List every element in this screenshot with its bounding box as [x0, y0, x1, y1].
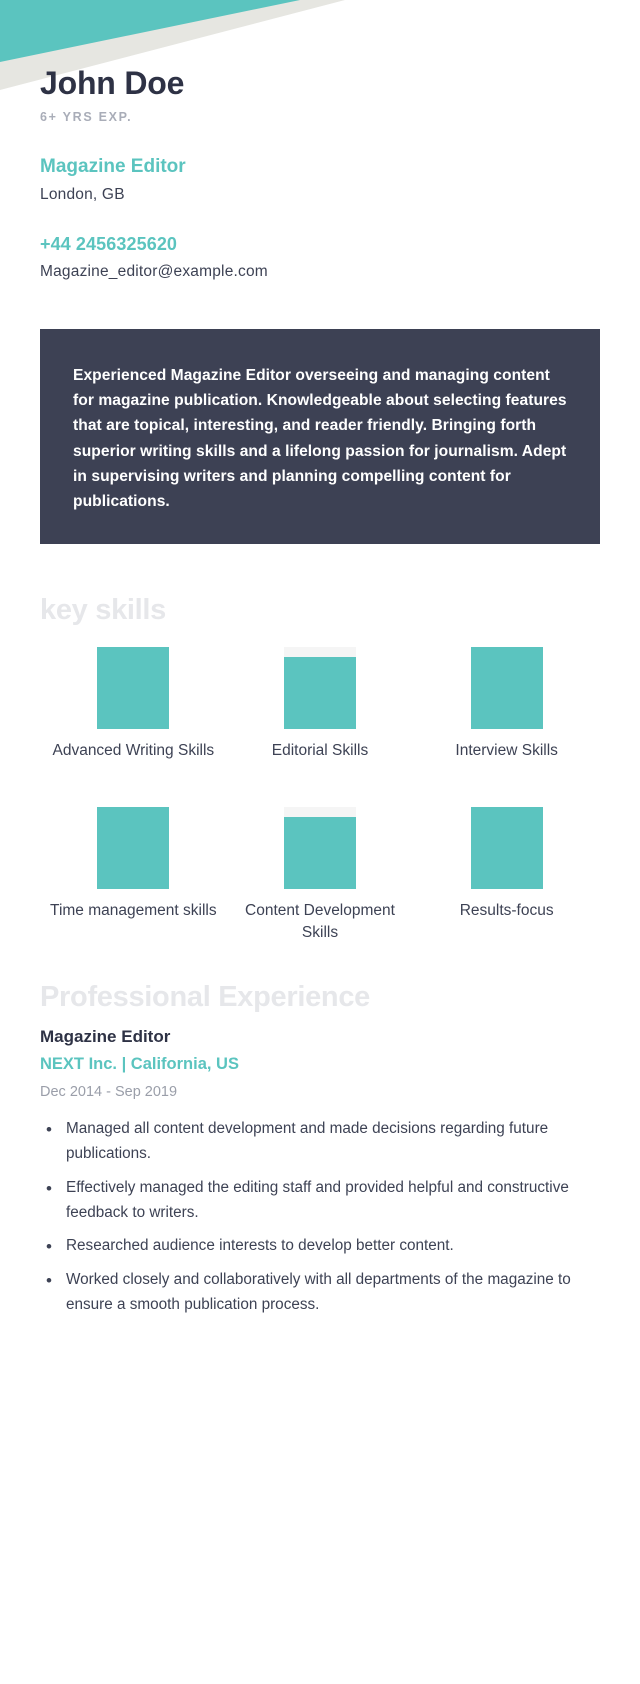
job-company: NEXT Inc. | California, US — [40, 1054, 239, 1073]
job-bullet: Managed all content development and made… — [46, 1116, 600, 1167]
skill-label: Editorial Skills — [271, 742, 369, 760]
role-title: Magazine Editor — [40, 156, 186, 178]
skill-level-track — [97, 647, 170, 730]
key-skills-heading: key skills — [40, 594, 166, 627]
professional-experience-heading: Professional Experience — [40, 980, 370, 1013]
skill-level-fill — [470, 806, 543, 889]
skill-label: Advanced Writing Skills — [52, 742, 215, 760]
skill-item: Results-focus — [413, 806, 600, 945]
job-responsibilities: Managed all content development and made… — [40, 1116, 600, 1318]
skill-level-fill — [97, 647, 170, 730]
skill-level-fill — [283, 657, 356, 730]
years-experience-label: 6+ YRS EXP. — [40, 110, 133, 125]
summary-text: Experienced Magazine Editor overseeing a… — [73, 366, 567, 511]
page-title: John Doe — [40, 65, 185, 101]
skill-level-track — [283, 647, 356, 730]
job-bullet: Worked closely and collaboratively with … — [46, 1267, 600, 1318]
skill-item: Editorial Skills — [227, 647, 414, 762]
skill-item: Advanced Writing Skills — [40, 647, 227, 762]
skill-level-fill — [470, 647, 543, 730]
skill-level-fill — [283, 816, 356, 889]
professional-summary-panel: Experienced Magazine Editor overseeing a… — [40, 328, 600, 545]
identity-block: John Doe 6+ YRS EXP. — [40, 0, 600, 124]
role-block: Magazine Editor London, GB — [40, 156, 600, 204]
skill-item: Interview Skills — [413, 647, 600, 762]
skill-item: Time management skills — [40, 806, 227, 945]
contact-phone[interactable]: +44 2456325620 — [40, 234, 600, 255]
job-bullet: Effectively managed the editing staff an… — [46, 1175, 600, 1226]
skill-item: Content Development Skills — [227, 806, 414, 945]
skill-level-track — [97, 806, 170, 889]
skill-level-track — [470, 647, 543, 730]
key-skills-grid: Advanced Writing Skills Editorial Skills… — [40, 647, 600, 944]
skill-label: Results-focus — [459, 901, 554, 919]
skill-level-track — [470, 806, 543, 889]
resume-page: John Doe 6+ YRS EXP. Magazine Editor Lon… — [0, 0, 640, 1318]
skill-level-track — [283, 806, 356, 889]
role-location: London, GB — [40, 185, 125, 203]
skill-label: Time management skills — [50, 901, 217, 919]
contact-block: +44 2456325620 Magazine_editor@example.c… — [40, 234, 600, 281]
skill-level-fill — [97, 806, 170, 889]
experience-entry: Magazine Editor NEXT Inc. | California, … — [40, 1026, 600, 1318]
skill-label: Content Development Skills — [245, 901, 395, 942]
skill-label: Interview Skills — [455, 742, 558, 760]
job-dates: Dec 2014 - Sep 2019 — [40, 1084, 178, 1101]
job-title: Magazine Editor — [40, 1026, 171, 1046]
job-bullet: Researched audience interests to develop… — [46, 1233, 600, 1260]
experience-list: Magazine Editor NEXT Inc. | California, … — [40, 1026, 600, 1318]
contact-email[interactable]: Magazine_editor@example.com — [40, 263, 600, 281]
